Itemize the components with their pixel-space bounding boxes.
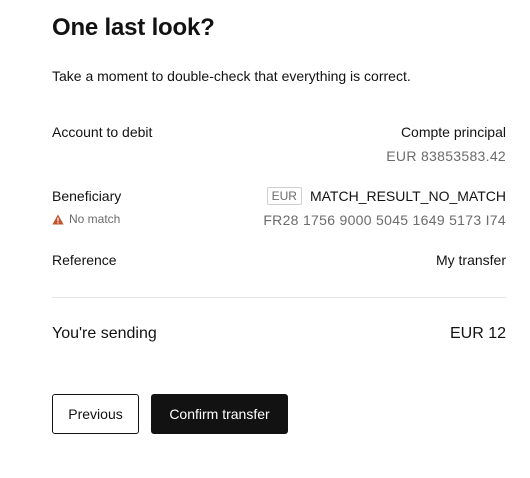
reference-label: Reference [52,252,117,268]
currency-badge: EUR [266,187,302,205]
sending-label: You're sending [52,325,157,342]
account-balance: EUR 83853583.42 [386,148,506,164]
beneficiary-value: EUR MATCH_RESULT_NO_MATCH [266,187,506,205]
account-to-debit-label: Account to debit [52,124,153,140]
beneficiary-iban: FR28 1756 9000 5045 1649 5173 I74 [263,212,506,228]
warning-triangle-icon [52,214,64,224]
divider [52,297,506,298]
reference-value: My transfer [435,252,506,268]
account-name: Compte principal [400,124,506,140]
match-status-label: No match [69,212,121,226]
sending-amount: EUR 12 [449,325,506,342]
beneficiary-label: Beneficiary [52,188,122,204]
match-status: No match [52,211,120,227]
page-title: One last look? [52,14,215,41]
beneficiary-name: MATCH_RESULT_NO_MATCH [309,188,506,204]
page-subtitle: Take a moment to double-check that every… [52,68,411,84]
transfer-review-page: One last look? Take a moment to double-c… [0,0,530,478]
previous-button[interactable]: Previous [52,394,139,434]
confirm-transfer-button[interactable]: Confirm transfer [151,394,288,434]
